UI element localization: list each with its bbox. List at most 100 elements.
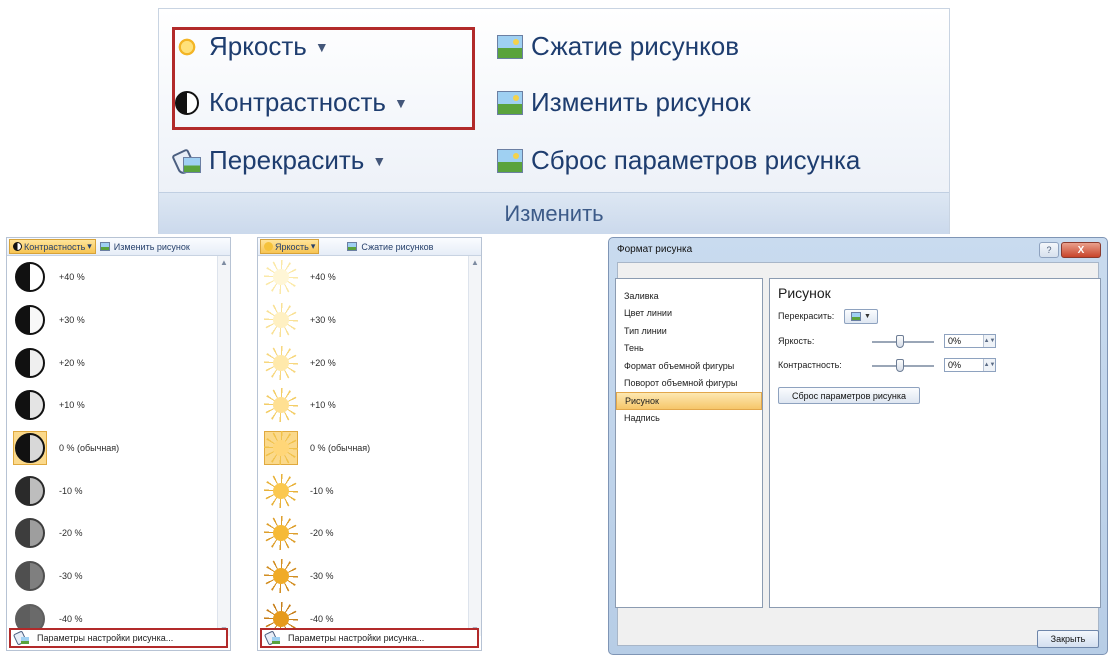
sun-icon bbox=[264, 345, 298, 380]
brightness-options: +40 % +30 % +20 % +10 % 0 % (обычная) -10 % -2… bbox=[258, 256, 468, 640]
gallery-option[interactable]: -10 % bbox=[258, 469, 468, 512]
slider-thumb[interactable] bbox=[896, 359, 904, 372]
chevron-down-icon: ▾ bbox=[87, 241, 92, 251]
reset-picture-label: Сброс параметров рисунка bbox=[531, 145, 861, 175]
gallery-option[interactable]: -20 % bbox=[7, 512, 217, 555]
sun-icon bbox=[264, 559, 298, 594]
ribbon-group-label: Изменить bbox=[159, 192, 949, 234]
gallery-option[interactable]: -20 % bbox=[258, 512, 468, 555]
contrast-gallery: Контрастность ▾ Изменить рисунок +40 % +3… bbox=[6, 237, 231, 651]
recolor-dropdown[interactable]: ▼ bbox=[844, 309, 878, 324]
nav-item[interactable]: Поворот объемной фигуры bbox=[616, 375, 762, 393]
gallery-option[interactable]: +40 % bbox=[7, 256, 217, 299]
gallery-option[interactable]: -10 % bbox=[7, 469, 217, 512]
contrast-circle-icon bbox=[15, 433, 45, 464]
nav-item[interactable]: Надпись bbox=[616, 410, 762, 428]
brightness-dropdown-chip[interactable]: Яркость ▾ bbox=[260, 239, 320, 254]
chevron-down-icon: ▾ bbox=[310, 241, 316, 251]
brightness-preview-icon bbox=[264, 473, 298, 508]
spinner-arrows-icon[interactable]: ▲▼ bbox=[983, 335, 995, 347]
spinner-arrows-icon[interactable]: ▲▼ bbox=[983, 359, 995, 371]
contrast-preview-icon bbox=[13, 346, 47, 380]
contrast-preview-icon bbox=[13, 559, 47, 593]
nav-item[interactable]: Заливка bbox=[616, 287, 762, 305]
brightness-preview-icon bbox=[264, 303, 298, 338]
option-label: +20 % bbox=[59, 357, 85, 368]
contrast-field-label: Контрастность: bbox=[778, 360, 842, 370]
scroll-up-icon[interactable]: ▲ bbox=[220, 258, 228, 267]
gallery-option[interactable]: -30 % bbox=[258, 555, 468, 598]
gallery-option[interactable]: -30 % bbox=[7, 555, 217, 598]
contrast-dropdown-chip[interactable]: Контрастность ▾ bbox=[9, 239, 96, 254]
picture-options-link[interactable]: Параметры настройки рисунка... bbox=[260, 628, 479, 648]
header-other-label[interactable]: Изменить рисунок bbox=[114, 242, 190, 252]
brightness-preview-icon bbox=[264, 260, 298, 295]
brightness-slider[interactable] bbox=[872, 335, 934, 348]
contrast-circle-icon bbox=[15, 305, 45, 336]
contrast-circle-icon bbox=[15, 262, 45, 293]
nav-item[interactable]: Тень bbox=[616, 340, 762, 358]
nav-item[interactable]: Цвет линии bbox=[616, 305, 762, 323]
highlight-frame bbox=[172, 27, 475, 130]
scroll-up-icon[interactable]: ▲ bbox=[471, 258, 479, 267]
brightness-field-label: Яркость: bbox=[778, 336, 815, 346]
header-other-label[interactable]: Сжатие рисунков bbox=[361, 242, 433, 252]
contrast-circle-icon bbox=[15, 518, 45, 549]
gallery-option[interactable]: +20 % bbox=[258, 341, 468, 384]
contrast-circle-icon bbox=[15, 347, 45, 378]
gallery-option[interactable]: +10 % bbox=[7, 384, 217, 427]
compress-pictures-button[interactable]: Сжатие рисунков bbox=[495, 31, 739, 62]
scrollbar[interactable]: ▲ ▼ bbox=[217, 256, 230, 636]
option-label: 0 % (обычная) bbox=[310, 443, 371, 454]
scrollbar[interactable]: ▲ ▼ bbox=[468, 256, 481, 636]
option-label: -40 % bbox=[59, 613, 83, 624]
option-label: +10 % bbox=[310, 400, 336, 411]
picture-options-label: Параметры настройки рисунка... bbox=[37, 633, 174, 643]
option-label: -20 % bbox=[310, 528, 334, 539]
contrast-circle-icon bbox=[15, 561, 45, 592]
gallery-option[interactable]: +10 % bbox=[258, 384, 468, 427]
brightness-gallery: Яркость ▾ Сжатие рисунков +40 % +30 % +20 … bbox=[257, 237, 482, 651]
recolor-label: Перекрасить bbox=[209, 145, 365, 175]
chip-label: Контрастность bbox=[24, 241, 86, 252]
option-label: -10 % bbox=[59, 485, 83, 496]
reset-picture-button[interactable]: Сброс параметров рисунка bbox=[495, 145, 860, 176]
reset-picture-button[interactable]: Сброс параметров рисунка bbox=[778, 387, 920, 404]
nav-item[interactable]: Формат объемной фигуры bbox=[616, 357, 762, 375]
contrast-circle-icon bbox=[15, 475, 45, 506]
change-picture-button[interactable]: Изменить рисунок bbox=[495, 87, 751, 118]
gallery-header: Контрастность ▾ Изменить рисунок bbox=[7, 238, 230, 256]
option-label: +10 % bbox=[59, 400, 85, 411]
chevron-down-icon: ▼ bbox=[864, 313, 871, 320]
contrast-preview-icon bbox=[13, 516, 47, 550]
nav-item[interactable]: Тип линии bbox=[616, 322, 762, 340]
nav-item[interactable]: Рисунок bbox=[616, 392, 762, 410]
brightness-preview-icon bbox=[264, 516, 298, 551]
close-button[interactable]: Закрыть bbox=[1037, 630, 1099, 648]
sun-icon bbox=[264, 242, 273, 251]
gallery-option[interactable]: +40 % bbox=[258, 256, 468, 299]
gallery-option[interactable]: 0 % (обычная) bbox=[7, 427, 217, 470]
picture-options-link[interactable]: Параметры настройки рисунка... bbox=[9, 628, 228, 648]
help-button[interactable]: ? bbox=[1039, 242, 1059, 258]
contrast-preview-icon bbox=[13, 303, 47, 337]
sun-icon bbox=[264, 303, 298, 338]
option-label: +30 % bbox=[59, 315, 85, 326]
contrast-spinner[interactable]: 0% ▲▼ bbox=[944, 358, 996, 372]
gallery-option[interactable]: +20 % bbox=[7, 341, 217, 384]
gallery-header: Яркость ▾ Сжатие рисунков bbox=[258, 238, 481, 256]
contrast-preview-icon bbox=[13, 388, 47, 422]
compress-icon bbox=[347, 242, 358, 251]
brightness-preview-icon bbox=[264, 388, 298, 423]
contrast-slider[interactable] bbox=[872, 359, 934, 372]
brightness-spinner[interactable]: 0% ▲▼ bbox=[944, 334, 996, 348]
picture-options-icon bbox=[15, 632, 29, 644]
compress-label: Сжатие рисунков bbox=[531, 31, 740, 61]
close-icon[interactable]: X bbox=[1061, 242, 1101, 258]
reset-picture-icon bbox=[495, 147, 523, 175]
gallery-option[interactable]: +30 % bbox=[258, 299, 468, 342]
gallery-option[interactable]: 0 % (обычная) bbox=[258, 427, 468, 470]
recolor-button[interactable]: Перекрасить ▼ bbox=[173, 145, 386, 176]
gallery-option[interactable]: +30 % bbox=[7, 299, 217, 342]
slider-thumb[interactable] bbox=[896, 335, 904, 348]
